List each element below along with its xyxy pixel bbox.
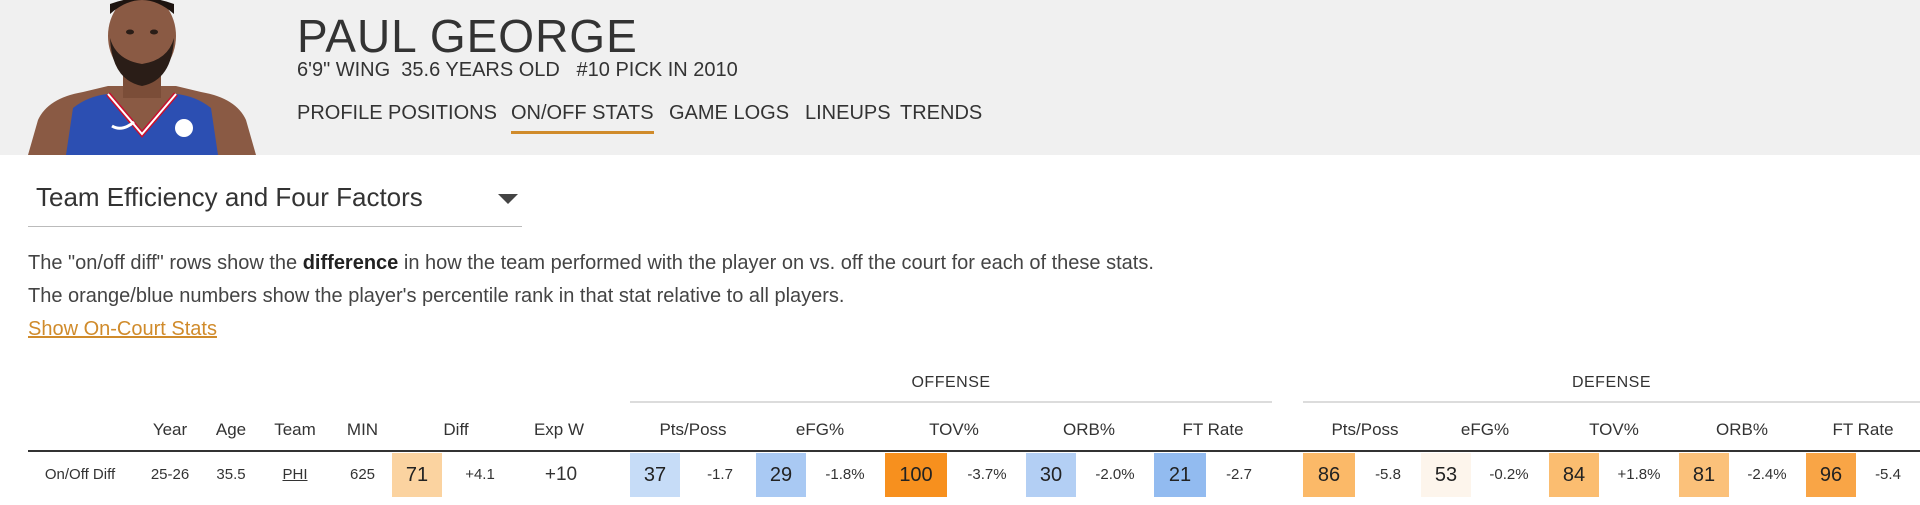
pct-off-pts-poss: 37 bbox=[630, 453, 680, 497]
group-offense: OFFENSE bbox=[911, 374, 991, 391]
cell-min: 625 bbox=[349, 466, 376, 483]
col-def-ft-rate[interactable]: FT Rate bbox=[1806, 420, 1920, 440]
col-exp-w[interactable]: Exp W bbox=[520, 420, 598, 440]
col-off-ft-rate[interactable]: FT Rate bbox=[1154, 420, 1272, 440]
table-header-rule bbox=[28, 450, 1920, 452]
description-text: in how the team performed with the playe… bbox=[398, 252, 1154, 274]
cell-off-pts-poss: -1.7 bbox=[707, 466, 733, 483]
group-defense-rule bbox=[1303, 401, 1920, 403]
stat-category-label: Team Efficiency and Four Factors bbox=[36, 182, 423, 212]
description-text: The "on/off diff" rows show the bbox=[28, 252, 303, 274]
pct-off-tov: 100 bbox=[885, 453, 947, 497]
player-meta: 6'9" WING 35.6 YEARS OLD #10 PICK IN 201… bbox=[297, 59, 738, 81]
cell-off-ft-rate: -2.7 bbox=[1226, 466, 1252, 483]
description-emphasis: difference bbox=[302, 252, 399, 274]
cell-def-pts-poss: -5.8 bbox=[1375, 466, 1401, 483]
tab-trends[interactable]: TRENDS bbox=[900, 101, 982, 125]
pct-def-ft-rate: 96 bbox=[1806, 453, 1856, 497]
cell-year: 25-26 bbox=[150, 466, 190, 483]
tab-game-logs[interactable]: GAME LOGS bbox=[669, 101, 789, 125]
tab-lineups[interactable]: LINEUPS bbox=[805, 101, 891, 125]
pct-off-efg: 29 bbox=[756, 453, 806, 497]
cell-off-orb: -2.0% bbox=[1095, 466, 1135, 483]
description-line-2: The orange/blue numbers show the player'… bbox=[28, 285, 845, 307]
tab-profile[interactable]: PROFILE bbox=[297, 101, 383, 125]
pct-off-ft-rate: 21 bbox=[1154, 453, 1206, 497]
col-team[interactable]: Team bbox=[265, 420, 325, 440]
cell-age: 35.5 bbox=[216, 466, 246, 483]
col-off-pts-poss[interactable]: Pts/Poss bbox=[630, 420, 756, 440]
col-year[interactable]: Year bbox=[138, 420, 202, 440]
group-defense: DEFENSE bbox=[1571, 374, 1652, 391]
pct-def-tov: 84 bbox=[1549, 453, 1599, 497]
cell-def-efg: -0.2% bbox=[1489, 466, 1529, 483]
tab-on-off-stats[interactable]: ON/OFF STATS bbox=[511, 101, 654, 134]
show-on-court-stats-link[interactable]: Show On-Court Stats bbox=[28, 318, 217, 341]
col-def-orb[interactable]: ORB% bbox=[1678, 420, 1806, 440]
pct-diff: 71 bbox=[392, 453, 442, 497]
player-header: PAUL GEORGE 6'9" WING 35.6 YEARS OLD #10… bbox=[0, 0, 1920, 155]
pct-def-orb: 81 bbox=[1679, 453, 1729, 497]
cell-def-ft-rate: -5.4 bbox=[1875, 466, 1901, 483]
col-def-pts-poss[interactable]: Pts/Poss bbox=[1303, 420, 1427, 440]
col-off-efg[interactable]: eFG% bbox=[756, 420, 884, 440]
pct-def-pts-poss: 86 bbox=[1303, 453, 1355, 497]
col-off-orb[interactable]: ORB% bbox=[1024, 420, 1154, 440]
group-offense-rule bbox=[630, 401, 1272, 403]
cell-off-efg: -1.8% bbox=[825, 466, 865, 483]
cell-def-tov: +1.8% bbox=[1617, 466, 1661, 483]
description-line-1: The "on/off diff" rows show the differen… bbox=[28, 252, 1154, 275]
col-diff[interactable]: Diff bbox=[392, 420, 520, 440]
cell-diff: +4.1 bbox=[465, 466, 495, 483]
col-age[interactable]: Age bbox=[205, 420, 257, 440]
pct-def-efg: 53 bbox=[1421, 453, 1471, 497]
player-name: PAUL GEORGE bbox=[297, 10, 638, 62]
tab-positions[interactable]: POSITIONS bbox=[388, 101, 497, 125]
team-link[interactable]: PHI bbox=[265, 453, 325, 497]
col-def-tov[interactable]: TOV% bbox=[1550, 420, 1678, 440]
player-headshot bbox=[28, 0, 256, 155]
cell-off-tov: -3.7% bbox=[967, 466, 1007, 483]
cell-exp-w: +10 bbox=[544, 464, 578, 485]
col-def-efg[interactable]: eFG% bbox=[1420, 420, 1550, 440]
pct-off-orb: 30 bbox=[1026, 453, 1076, 497]
col-off-tov[interactable]: TOV% bbox=[884, 420, 1024, 440]
row-label: On/Off Diff bbox=[44, 466, 116, 483]
stat-category-select[interactable]: Team Efficiency and Four Factors bbox=[28, 176, 522, 227]
col-min[interactable]: MIN bbox=[335, 420, 390, 440]
cell-def-orb: -2.4% bbox=[1747, 466, 1787, 483]
caret-down-icon bbox=[498, 194, 518, 204]
